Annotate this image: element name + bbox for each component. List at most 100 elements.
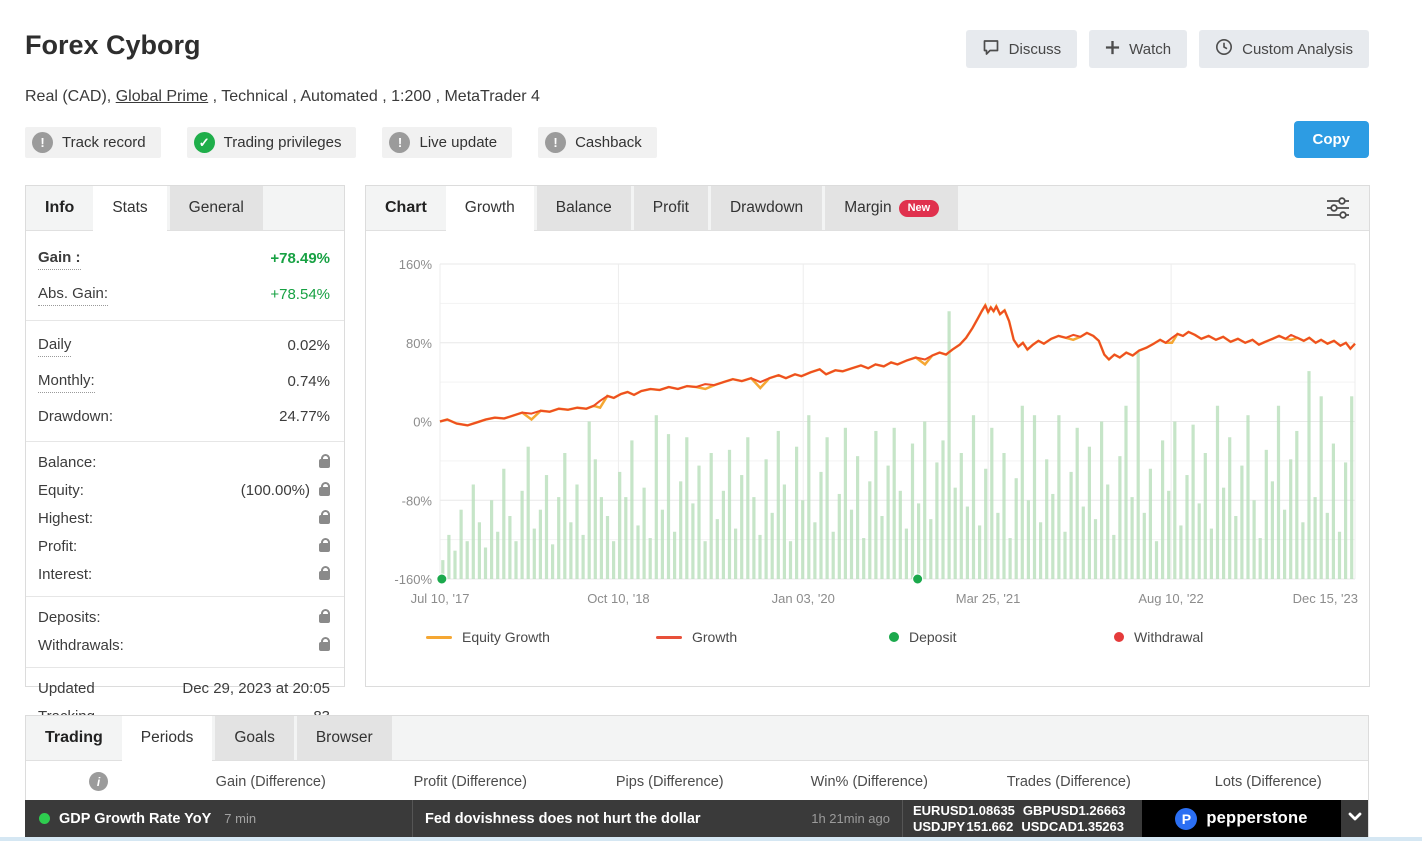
- legend-deposit[interactable]: Deposit: [889, 629, 956, 645]
- tab-label: Drawdown: [730, 199, 803, 217]
- activity-bar: [1179, 525, 1182, 579]
- stat-value-text: +78.49%: [270, 249, 330, 269]
- x-axis-label: Jan 03, '20: [772, 591, 835, 606]
- activity-bar: [636, 525, 639, 579]
- broker-link[interactable]: Global Prime: [116, 88, 208, 105]
- activity-bar: [1265, 450, 1268, 579]
- tab-balance[interactable]: Balance: [537, 186, 631, 230]
- y-axis-label: 0%: [413, 415, 432, 430]
- activity-bar: [447, 535, 450, 579]
- activity-bar: [795, 447, 798, 579]
- activity-bar: [856, 456, 859, 579]
- news-item[interactable]: Fed dovishness does not hurt the dollar …: [412, 800, 902, 837]
- stat-value: 24.77%: [279, 407, 330, 427]
- lock-icon: [319, 642, 330, 651]
- activity-bar: [679, 481, 682, 579]
- activity-bar: [1118, 456, 1121, 579]
- button-discuss[interactable]: Discuss: [966, 30, 1078, 68]
- info-icon[interactable]: i: [89, 772, 108, 791]
- badge-track-record[interactable]: !Track record: [25, 127, 161, 158]
- exclamation-icon: !: [389, 132, 410, 153]
- stat-label[interactable]: Abs. Gain:: [38, 284, 108, 306]
- activity-bar: [960, 453, 963, 579]
- economic-event[interactable]: GDP Growth Rate YoY 7 min: [25, 800, 412, 837]
- activity-bar: [1216, 406, 1219, 579]
- chart-settings-icon[interactable]: [1323, 196, 1353, 225]
- stat-label: Updated: [38, 679, 95, 699]
- activity-bar: [588, 422, 591, 580]
- tab-label: Stats: [112, 199, 147, 217]
- tab-label: Balance: [556, 199, 612, 217]
- stat-value: [310, 642, 330, 651]
- sponsor-banner[interactable]: P pepperstone: [1142, 800, 1341, 837]
- stat-row: Gain : +78.49%: [26, 241, 344, 277]
- button-custom-analysis[interactable]: Custom Analysis: [1199, 30, 1369, 68]
- tab-browser[interactable]: Browser: [297, 716, 392, 760]
- badge-cashback[interactable]: !Cashback: [538, 127, 657, 158]
- activity-bar: [649, 538, 652, 579]
- deposit-marker[interactable]: [437, 574, 447, 584]
- ticker-collapse[interactable]: [1341, 800, 1368, 837]
- legend-withdrawal[interactable]: Withdrawal: [1114, 629, 1203, 645]
- activity-bar: [514, 541, 517, 579]
- badge-trading-privileges[interactable]: ✓Trading privileges: [187, 127, 357, 158]
- stat-value: Dec 29, 2023 at 20:05: [182, 679, 330, 699]
- tab-drawdown[interactable]: Drawdown: [711, 186, 822, 230]
- column-header: Gain (Difference): [171, 774, 371, 790]
- activity-bar: [594, 459, 597, 579]
- stat-label[interactable]: Gain :: [38, 248, 81, 270]
- activity-bar: [1057, 415, 1060, 579]
- stat-label[interactable]: Daily: [38, 335, 71, 357]
- new-badge: New: [899, 200, 940, 217]
- stat-label: Interest:: [38, 565, 92, 585]
- tab-general[interactable]: General: [170, 186, 263, 230]
- section-label-chart[interactable]: Chart: [366, 186, 446, 230]
- legend-equity-growth[interactable]: Equity Growth: [426, 629, 550, 645]
- activity-bar: [606, 516, 609, 579]
- lock-icon: [319, 459, 330, 468]
- tab-margin[interactable]: MarginNew: [825, 186, 958, 230]
- tab-goals[interactable]: Goals: [215, 716, 294, 760]
- activity-bar: [996, 513, 999, 579]
- stat-row: Equity:(100.00%): [26, 477, 344, 505]
- stat-label: Withdrawals:: [38, 636, 124, 656]
- activity-bar: [728, 450, 731, 579]
- badge-live-update[interactable]: !Live update: [382, 127, 512, 158]
- activity-bar: [643, 488, 646, 579]
- activity-bar: [984, 469, 987, 579]
- discuss-icon: [982, 39, 1000, 60]
- activity-bar: [697, 466, 700, 579]
- section-label-trading[interactable]: Trading: [26, 716, 122, 760]
- activity-bar: [545, 475, 548, 579]
- tab-profit[interactable]: Profit: [634, 186, 708, 230]
- stat-value-text: 0.74%: [287, 372, 330, 392]
- tab-periods[interactable]: Periods: [122, 716, 213, 761]
- tab-stats[interactable]: Stats: [93, 186, 166, 231]
- copy-button[interactable]: Copy: [1294, 121, 1370, 158]
- stat-row: Interest:: [26, 561, 344, 589]
- button-watch[interactable]: Watch: [1089, 30, 1187, 68]
- activity-bar: [899, 491, 902, 579]
- tab-growth[interactable]: Growth: [446, 186, 534, 231]
- growth-chart[interactable]: 160%80%0%-80%-160%Jul 10, '17Oct 10, '18…: [366, 231, 1369, 687]
- stat-label: Drawdown:: [38, 407, 113, 427]
- activity-bar: [1204, 453, 1207, 579]
- activity-bar: [1277, 406, 1280, 579]
- section-label-info[interactable]: Info: [26, 186, 93, 230]
- activity-bar: [1021, 406, 1024, 579]
- legend-growth[interactable]: Growth: [656, 629, 737, 645]
- activity-bar: [575, 485, 578, 580]
- stat-value-text: (100.00%): [241, 481, 310, 501]
- legend-label: Deposit: [909, 629, 956, 645]
- deposit-marker[interactable]: [913, 574, 923, 584]
- x-axis-label: Jul 10, '17: [411, 591, 470, 606]
- activity-bar: [917, 503, 920, 579]
- news-ticker: GDP Growth Rate YoY 7 min Fed dovishness…: [25, 800, 1368, 837]
- stat-value: [310, 543, 330, 552]
- event-impact-dot: [39, 813, 50, 824]
- stat-label[interactable]: Monthly:: [38, 371, 95, 393]
- stat-label: Profit:: [38, 537, 77, 557]
- stat-row: Monthly: 0.74%: [26, 364, 344, 400]
- activity-bar: [1112, 535, 1115, 579]
- activity-bar: [1246, 415, 1249, 579]
